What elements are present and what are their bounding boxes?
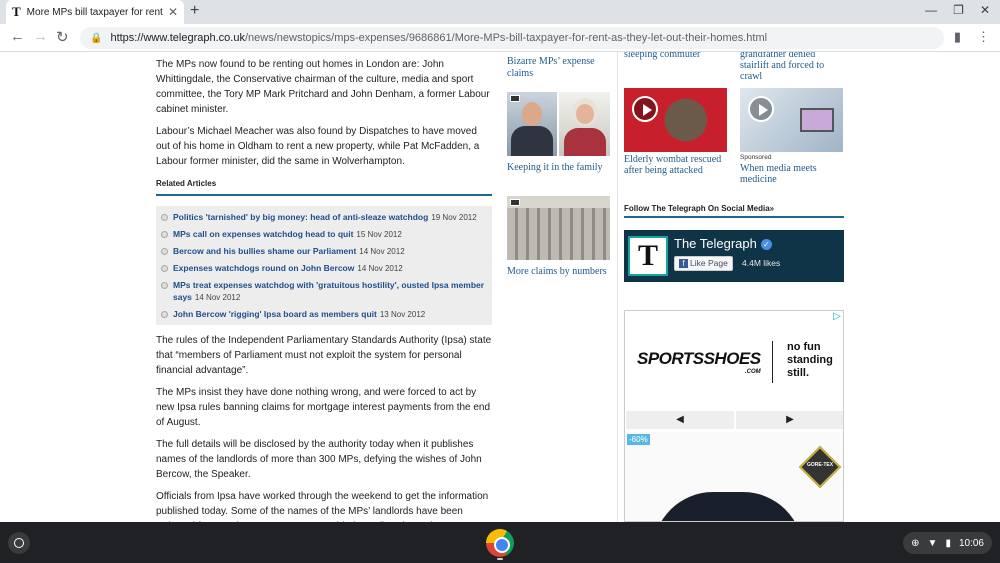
related-articles: Related Articles Politics 'tarnished' by… — [156, 176, 492, 325]
menu-icon[interactable]: ⋮ — [977, 29, 990, 45]
tab-title: More MPs bill taxpayer for rent a — [26, 6, 164, 18]
article-paragraph: The rules of the Independent Parliamenta… — [156, 335, 492, 376]
camera-icon — [510, 199, 520, 206]
facebook-like-button[interactable]: f Like Page — [674, 256, 733, 271]
close-tab-icon[interactable]: ✕ — [168, 5, 178, 19]
minimize-icon[interactable]: — — [925, 3, 937, 17]
advert-logo[interactable]: SPORTSSHOES .COM — [637, 349, 761, 375]
carousel-next-button[interactable]: ▶ — [736, 411, 843, 429]
launcher-icon[interactable] — [8, 532, 30, 554]
lock-icon[interactable]: 🔒 — [90, 33, 102, 44]
article-paragraph: Officials from Ipsa have worked through … — [156, 491, 489, 522]
facebook-icon: f — [679, 259, 688, 268]
column-divider — [617, 52, 618, 522]
social-heading: Follow The Telegraph On Social Media» — [624, 204, 775, 213]
discount-badge: -60% — [627, 434, 650, 445]
related-article-link[interactable]: MPs call on expenses watchdog head to qu… — [156, 226, 492, 243]
browser-toolbar: ← → ↻ 🔒 https://www.telegraph.co.uk/news… — [0, 24, 1000, 52]
add-icon[interactable]: ⊕ — [911, 538, 919, 549]
related-article-date: 14 Nov 2012 — [194, 293, 241, 302]
browser-tab[interactable]: T More MPs bill taxpayer for rent a ✕ — [6, 0, 184, 24]
gore-tex-label: GORE-TEX — [806, 462, 834, 468]
advert-carousel-nav: ◀ ▶ — [625, 411, 843, 429]
shoe-image — [653, 492, 803, 521]
reload-icon[interactable]: ↻ — [56, 28, 69, 46]
social-divider — [624, 216, 844, 218]
clipboard-icon[interactable]: ▮ — [954, 29, 961, 45]
tab-strip: T More MPs bill taxpayer for rent a ✕ + … — [0, 0, 1000, 24]
video-caption-commuter[interactable]: sleeping commuter — [624, 52, 727, 60]
related-article-link[interactable]: Expenses watchdogs round on John Bercow 1… — [156, 260, 492, 277]
advert-divider — [772, 341, 773, 383]
telegraph-logo-icon[interactable]: T — [628, 236, 668, 276]
url-host: https://www.telegraph.co.uk — [110, 32, 245, 44]
sponsored-label: Sponsored — [740, 154, 772, 161]
related-articles-heading: Related Articles — [156, 176, 492, 196]
advert-tagline: no fun standing still. — [787, 341, 833, 379]
app-running-indicator — [497, 558, 503, 560]
article-body: The MPs now found to be renting out home… — [156, 57, 492, 522]
restore-icon[interactable]: ❐ — [953, 3, 964, 17]
toolbar-right: ▮ ⋮ — [954, 29, 990, 45]
related-article-date: 14 Nov 2012 — [357, 264, 403, 273]
play-icon[interactable] — [632, 96, 658, 122]
video-caption-wombat[interactable]: Elderly wombat rescued after being attac… — [624, 154, 727, 176]
gallery-thumbnail-portraits[interactable] — [507, 92, 610, 156]
battery-icon: ▮ — [945, 537, 951, 549]
related-article-link[interactable]: MPs treat expenses watchdog with 'gratui… — [156, 277, 492, 306]
article-paragraph: The MPs insist they have done nothing wr… — [156, 387, 491, 428]
adchoices-icon[interactable]: ▷ — [831, 311, 843, 322]
clock: 10:06 — [958, 537, 984, 549]
url-path: /news/newstopics/mps-expenses/9686861/Mo… — [244, 32, 768, 44]
gallery-link-bizarre-claims[interactable]: Bizarre MPs’ expense claims — [507, 56, 610, 80]
video-caption-medicine[interactable]: When media meets medicine — [740, 163, 843, 185]
new-tab-icon[interactable]: + — [190, 2, 199, 20]
verified-icon: ✓ — [760, 239, 772, 250]
facebook-page-name[interactable]: The Telegraph ✓ — [674, 236, 772, 251]
sportsshoes-advert[interactable]: ▷ SPORTSSHOES .COM no fun standing still.… — [624, 310, 844, 522]
play-icon[interactable] — [748, 96, 774, 122]
video-thumbnail-medicine[interactable] — [740, 88, 843, 152]
related-article-date: 13 Nov 2012 — [379, 310, 426, 319]
close-window-icon[interactable]: ✕ — [980, 3, 990, 17]
camera-icon — [510, 95, 520, 102]
wifi-icon: ▼ — [927, 537, 938, 549]
facebook-like-count: 4.4M likes — [742, 258, 781, 268]
carousel-prev-button[interactable]: ◀ — [626, 411, 734, 429]
related-article-link[interactable]: John Bercow 'rigging' Ipsa board as memb… — [156, 306, 492, 323]
address-bar[interactable]: 🔒 https://www.telegraph.co.uk/news/newst… — [80, 27, 944, 49]
window-controls: — ❐ ✕ — [925, 3, 990, 17]
article-paragraph: Labour’s Michael Meacher was also found … — [156, 126, 480, 167]
related-article-date: 15 Nov 2012 — [356, 230, 402, 239]
gallery-thumbnail-columns[interactable] — [507, 196, 610, 260]
status-tray[interactable]: ⊕ ▼ ▮ 10:06 — [903, 532, 992, 554]
article-paragraph: The full details will be disclosed by th… — [156, 439, 482, 480]
related-article-link[interactable]: Politics 'tarnished' by big money: head … — [156, 209, 492, 226]
related-articles-list: Politics 'tarnished' by big money: head … — [156, 206, 492, 325]
related-article-date: 14 Nov 2012 — [359, 247, 405, 256]
facebook-widget: T The Telegraph ✓ f Like Page 4.4M likes — [624, 230, 844, 282]
forward-icon[interactable]: → — [33, 28, 48, 45]
back-icon[interactable]: ← — [10, 28, 25, 45]
advert-product[interactable]: -60% GORE-TEX — [625, 432, 843, 521]
portrait-woman-image — [559, 92, 610, 156]
telegraph-favicon-icon: T — [12, 4, 21, 19]
gallery-link-numbers[interactable]: More claims by numbers — [507, 266, 607, 278]
web-page: The MPs now found to be renting out home… — [0, 52, 1000, 522]
related-article-link[interactable]: Bercow and his bullies shame our Parliam… — [156, 243, 492, 260]
article-paragraph: The MPs now found to be renting out home… — [156, 59, 490, 115]
related-article-date: 19 Nov 2012 — [431, 213, 477, 222]
video-caption-stairlift[interactable]: grandfather denied stairlift and forced … — [740, 52, 843, 82]
gallery-link-family[interactable]: Keeping it in the family — [507, 162, 603, 174]
video-thumbnail-wombat[interactable] — [624, 88, 727, 152]
social-media-section: Follow The Telegraph On Social Media» — [624, 204, 844, 218]
chrome-app-icon[interactable] — [486, 529, 514, 557]
